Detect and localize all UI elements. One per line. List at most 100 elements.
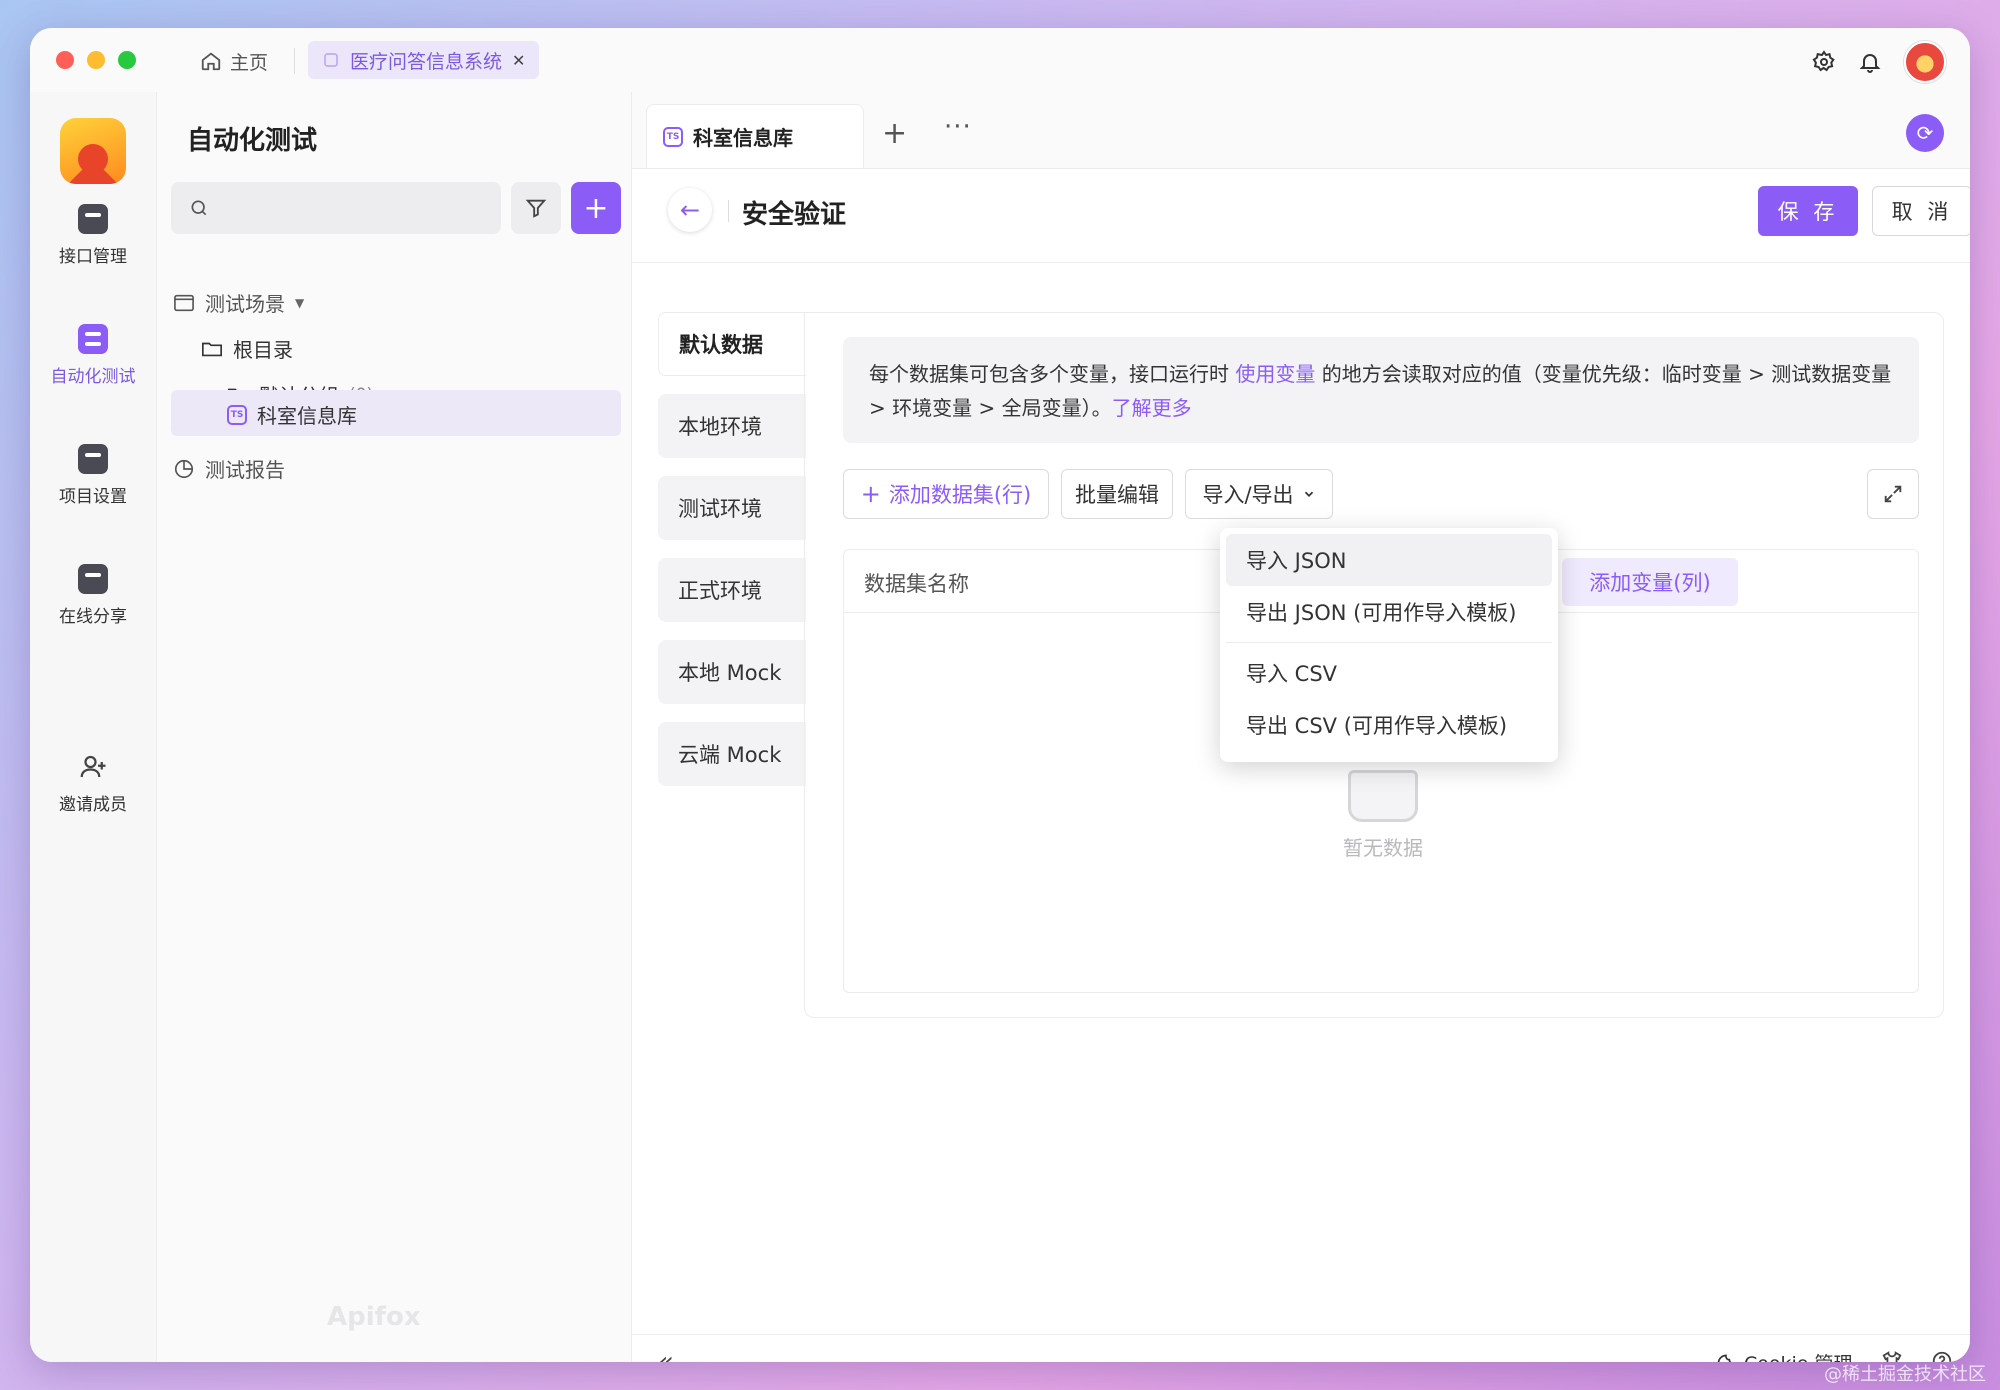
home-icon — [201, 52, 221, 71]
expand-icon — [1884, 485, 1902, 503]
api-icon — [78, 204, 108, 234]
sync-icon[interactable]: ⟳ — [1906, 114, 1944, 152]
tab-label: 科室信息库 — [693, 126, 793, 150]
tree-label: 测试报告 — [205, 458, 285, 482]
close-window-button[interactable] — [56, 51, 74, 69]
env-tab-prod[interactable]: 正式环境 — [658, 558, 806, 622]
nav-item-label: 邀请成员 — [59, 795, 127, 815]
nav-item-label: 接口管理 — [59, 247, 127, 267]
collapse-sidebar-icon[interactable]: « — [658, 1347, 674, 1362]
nav-item-label: 自动化测试 — [50, 367, 136, 387]
add-button[interactable]: + — [571, 182, 621, 234]
env-tab-default[interactable]: 默认数据 — [658, 312, 806, 376]
tree-label: 科室信息库 — [257, 404, 357, 428]
content-tab-bar: TS 科室信息库 + ··· ⟳ — [632, 92, 1970, 169]
env-tab-local-mock[interactable]: 本地 Mock — [658, 640, 806, 704]
app-window: 主页 医疗问答信息系统 ✕ 接口管理 自动化测试 项目设置 在线分享 邀请成员 … — [30, 28, 1970, 1362]
expand-button[interactable] — [1867, 469, 1919, 519]
more-tabs-button[interactable]: ··· — [944, 112, 972, 142]
project-tab-label: 医疗问答信息系统 — [350, 50, 503, 73]
bell-icon[interactable] — [1858, 50, 1882, 74]
automation-icon — [78, 324, 108, 354]
search-icon — [191, 200, 207, 216]
import-export-label: 导入/导出 — [1202, 483, 1294, 507]
folder-icon — [202, 342, 222, 356]
import-export-menu: 导入 JSON 导出 JSON (可用作导入模板) 导入 CSV 导出 CSV … — [1220, 528, 1558, 762]
app-logo-icon — [60, 118, 126, 184]
menu-item-import-csv[interactable]: 导入 CSV — [1226, 647, 1552, 699]
page-title: 安全验证 — [742, 200, 847, 230]
corner-watermark: @稀土掘金技术社区 — [1824, 1364, 1986, 1385]
pie-chart-icon — [174, 459, 194, 478]
nav-item-settings[interactable]: 项目设置 — [30, 444, 156, 507]
tree-item-scenes[interactable]: 测试场景 ▼ — [173, 288, 304, 317]
info-banner: 每个数据集可包含多个变量，接口运行时 使用变量 的地方会读取对应的值（变量优先级… — [843, 337, 1919, 443]
env-tab-test[interactable]: 测试环境 — [658, 476, 806, 540]
home-tab[interactable]: 主页 — [200, 46, 268, 76]
nav-item-label: 在线分享 — [59, 607, 127, 627]
menu-item-import-json[interactable]: 导入 JSON — [1226, 534, 1552, 586]
title-bar: 主页 医疗问答信息系统 ✕ — [30, 28, 1970, 92]
add-dataset-button[interactable]: + 添加数据集(行) — [843, 469, 1049, 519]
close-tab-icon[interactable]: ✕ — [512, 51, 525, 70]
page-header: ← 安全验证 保 存 取 消 — [632, 168, 1970, 263]
sidebar: 自动化测试 + 测试场景 ▼ 根目录 默认分组 (0) TS 科室信息库 — [157, 92, 632, 1362]
footer-bar: « Cookie 管理 — [632, 1334, 1970, 1362]
info-text: 每个数据集可包含多个变量，接口运行时 — [869, 362, 1236, 386]
add-variable-button[interactable]: 添加变量(列) — [1562, 558, 1738, 606]
cookie-icon — [1717, 1354, 1735, 1362]
gear-icon[interactable] — [1812, 50, 1836, 74]
share-icon — [78, 564, 108, 594]
nav-item-invite[interactable]: 邀请成员 — [30, 752, 156, 815]
settings-icon — [78, 444, 108, 474]
tree-label: 根目录 — [233, 338, 293, 362]
minimize-window-button[interactable] — [87, 51, 105, 69]
menu-item-export-csv[interactable]: 导出 CSV (可用作导入模板) — [1226, 699, 1552, 751]
nav-item-share[interactable]: 在线分享 — [30, 564, 156, 627]
menu-item-export-json[interactable]: 导出 JSON (可用作导入模板) — [1226, 586, 1552, 638]
menu-divider — [1226, 642, 1552, 643]
scene-folder-icon — [174, 294, 194, 311]
column-header-name: 数据集名称 — [864, 572, 969, 596]
ts-icon: TS — [227, 404, 247, 425]
new-tab-button[interactable]: + — [882, 116, 907, 151]
ts-icon: TS — [663, 126, 683, 147]
import-export-button[interactable]: 导入/导出 — [1185, 469, 1333, 519]
project-icon — [324, 53, 338, 67]
tab-active[interactable]: TS 科室信息库 — [646, 104, 864, 168]
tree-item-reports[interactable]: 测试报告 — [173, 454, 285, 483]
user-avatar[interactable] — [1904, 41, 1946, 83]
tab-divider — [294, 48, 295, 74]
search-input[interactable] — [219, 196, 483, 220]
tree-item-root[interactable]: 根目录 — [201, 334, 293, 363]
nav-item-label: 项目设置 — [59, 487, 127, 507]
cancel-button[interactable]: 取 消 — [1872, 186, 1970, 236]
empty-text: 暂无数据 — [1343, 836, 1423, 860]
maximize-window-button[interactable] — [118, 51, 136, 69]
left-nav: 接口管理 自动化测试 项目设置 在线分享 邀请成员 — [30, 92, 157, 1362]
invite-icon — [80, 755, 106, 778]
batch-edit-button[interactable]: 批量编辑 — [1061, 469, 1173, 519]
save-button[interactable]: 保 存 — [1758, 186, 1858, 236]
empty-state: 暂无数据 — [1308, 770, 1458, 861]
home-tab-label: 主页 — [230, 51, 269, 74]
filter-icon — [525, 199, 547, 218]
tree-label: 测试场景 — [205, 292, 285, 316]
env-tab-local[interactable]: 本地环境 — [658, 394, 806, 458]
project-tab[interactable]: 医疗问答信息系统 ✕ — [308, 41, 540, 79]
header-divider — [728, 200, 729, 222]
nav-item-automation[interactable]: 自动化测试 — [30, 324, 156, 387]
search-box[interactable] — [171, 182, 501, 234]
back-arrow-icon[interactable]: ← — [668, 188, 712, 232]
tree-item-selected[interactable]: TS 科室信息库 — [227, 400, 357, 429]
nav-item-api[interactable]: 接口管理 — [30, 204, 156, 267]
learn-more-link[interactable]: 了解更多 — [1112, 396, 1192, 420]
empty-box-icon — [1348, 770, 1418, 822]
caret-down-icon: ▼ — [295, 295, 305, 310]
use-variables-link[interactable]: 使用变量 — [1235, 362, 1315, 386]
plus-icon: + — [860, 480, 881, 508]
add-dataset-label: 添加数据集(行) — [888, 483, 1032, 507]
filter-button[interactable] — [511, 182, 561, 234]
sidebar-watermark: Apifox — [327, 1302, 421, 1332]
env-tab-cloud-mock[interactable]: 云端 Mock — [658, 722, 806, 786]
